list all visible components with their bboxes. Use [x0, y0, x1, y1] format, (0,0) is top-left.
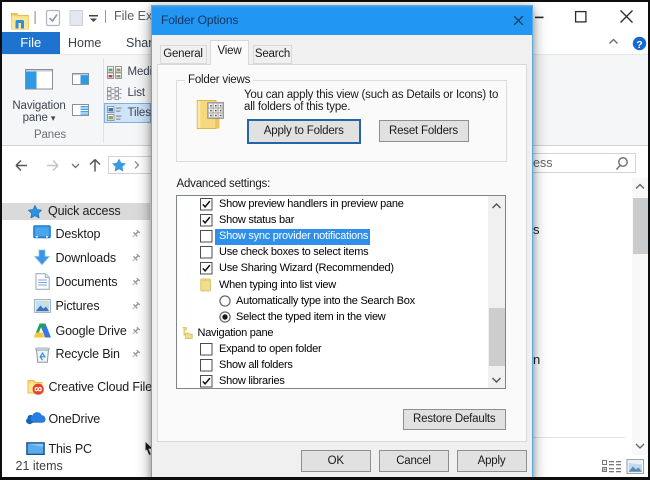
svg-text:?: ?: [636, 39, 642, 51]
